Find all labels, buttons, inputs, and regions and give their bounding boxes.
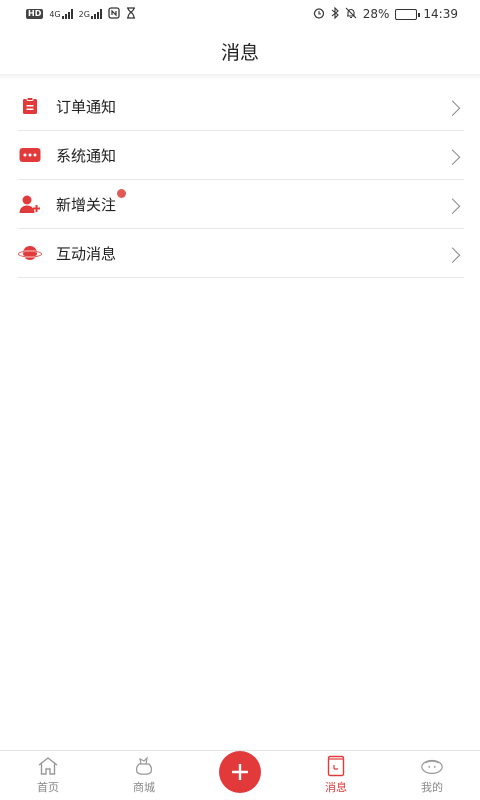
sim2-network-type: 2G — [78, 10, 90, 19]
plus-icon — [232, 763, 248, 780]
tab-home[interactable]: 首页 — [0, 751, 96, 800]
sim1-signal-icon: 4G — [49, 9, 73, 19]
sim1-network-type: 4G — [49, 10, 61, 19]
messages-screen: HD 4G 2G 28% 14:39 消息 订单通知 系统通知 新增关注 互动消… — [0, 0, 480, 800]
chevron-right-icon — [444, 247, 461, 263]
tab-messages[interactable]: 消息 — [288, 751, 384, 800]
unread-badge-dot — [117, 188, 127, 198]
tab-label: 首页 — [37, 781, 59, 794]
clipboard-icon — [18, 94, 42, 118]
status-bar: HD 4G 2G 28% 14:39 — [0, 0, 480, 28]
list-item-order-notice[interactable]: 订单通知 — [18, 82, 464, 131]
clock-time: 14:39 — [423, 7, 458, 21]
list-item-new-follower[interactable]: 新增关注 — [18, 180, 464, 229]
chevron-right-icon — [444, 149, 461, 165]
alarm-icon — [313, 7, 325, 21]
list-item-system-notice[interactable]: 系统通知 — [18, 131, 464, 180]
tab-profile[interactable]: 我的 — [384, 751, 480, 800]
list-item-label: 互动消息 — [56, 244, 117, 263]
planet-icon — [18, 241, 42, 265]
tab-publish[interactable] — [192, 750, 288, 800]
message-icon — [324, 755, 348, 777]
hd-indicator: HD — [26, 9, 44, 19]
tab-label: 消息 — [325, 781, 347, 794]
list-item-label: 订单通知 — [56, 97, 117, 116]
tab-shop[interactable]: 商城 — [96, 751, 192, 800]
nfc-icon — [108, 7, 120, 21]
shop-bag-icon — [132, 755, 156, 777]
chevron-right-icon — [444, 198, 461, 214]
list-item-label: 新增关注 — [56, 188, 127, 215]
tab-label: 我的 — [421, 781, 443, 794]
add-button[interactable] — [219, 750, 261, 793]
message-category-list: 订单通知 系统通知 新增关注 互动消息 — [18, 82, 464, 278]
mute-bell-icon — [345, 7, 357, 21]
add-user-icon — [18, 192, 42, 216]
battery-percent: 28% — [362, 7, 390, 21]
list-item-label: 系统通知 — [56, 146, 117, 165]
status-bar-left: HD 4G 2G — [26, 7, 136, 21]
sim2-signal-icon: 2G — [79, 9, 102, 19]
home-icon — [36, 755, 60, 777]
hourglass-icon — [126, 7, 136, 21]
bluetooth-icon — [331, 6, 339, 21]
list-item-interaction[interactable]: 互动消息 — [18, 229, 464, 278]
list-item-label-text: 新增关注 — [56, 195, 117, 214]
header-divider — [0, 74, 480, 80]
page-header: 消息 — [0, 28, 480, 74]
battery-icon — [395, 8, 421, 20]
tab-label: 商城 — [133, 781, 155, 794]
page-title: 消息 — [220, 41, 259, 64]
chevron-right-icon — [444, 100, 461, 116]
bottom-tab-bar: 首页 商城 消息 我的 — [0, 750, 480, 800]
profile-icon — [420, 755, 444, 777]
status-bar-right: 28% 14:39 — [313, 6, 458, 21]
chat-dots-icon — [18, 143, 42, 167]
